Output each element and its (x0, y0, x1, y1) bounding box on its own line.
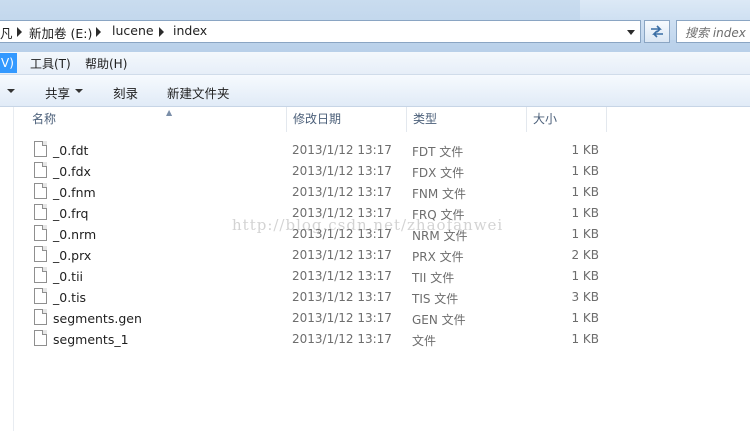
file-icon (34, 309, 47, 325)
file-size: 3 KB (571, 290, 599, 304)
file-icon (34, 162, 47, 178)
menu-help[interactable]: 帮助(H) (85, 55, 127, 72)
file-type: NRM 文件 (412, 229, 468, 243)
new-folder-button[interactable]: 新建文件夹 (167, 83, 230, 102)
column-size-label: 大小 (533, 112, 558, 126)
file-row[interactable]: _0.tii 2013/1/12 13:17 TII 文件 1 KB (14, 266, 750, 287)
file-modified: 2013/1/12 13:17 (292, 290, 392, 304)
search-placeholder: 搜索 index (685, 26, 746, 40)
breadcrumb-index[interactable]: index (173, 23, 207, 38)
file-modified: 2013/1/12 13:17 (292, 206, 392, 220)
file-name: _0.tii (53, 269, 84, 284)
file-name: _0.fnm (53, 185, 96, 200)
menu-bar: V) 工具(T) 帮助(H) (0, 52, 750, 75)
file-icon (34, 246, 47, 262)
file-name: _0.tis (53, 290, 87, 305)
file-row[interactable]: _0.tis 2013/1/12 13:17 TIS 文件 3 KB (14, 287, 750, 308)
column-header-type[interactable]: 类型 (407, 107, 527, 132)
file-modified: 2013/1/12 13:17 (292, 332, 392, 346)
file-icon (34, 330, 47, 346)
file-type: PRX 文件 (412, 250, 464, 264)
file-name: _0.frq (53, 206, 89, 221)
command-toolbar: 共享 刻录 新建文件夹 (0, 75, 750, 107)
file-type: TIS 文件 (412, 292, 459, 306)
file-icon (34, 267, 47, 283)
refresh-icon (651, 25, 663, 38)
search-input[interactable]: 搜索 index (676, 20, 750, 43)
share-dropdown-icon[interactable] (75, 89, 83, 93)
breadcrumb-separator-icon[interactable] (159, 27, 164, 37)
file-row[interactable]: segments_1 2013/1/12 13:17 文件 1 KB (14, 329, 750, 350)
file-type: GEN 文件 (412, 313, 466, 327)
file-size: 1 KB (571, 227, 599, 241)
file-size: 1 KB (571, 332, 599, 346)
menu-view[interactable]: V) (0, 53, 17, 73)
column-header-size[interactable]: 大小 (527, 107, 607, 132)
file-size: 1 KB (571, 164, 599, 178)
organize-dropdown-icon[interactable] (7, 89, 15, 93)
breadcrumb-separator-icon[interactable] (96, 27, 101, 37)
column-header-modified[interactable]: 修改日期 (287, 107, 407, 132)
refresh-button[interactable] (644, 20, 670, 43)
file-name: segments_1 (53, 332, 129, 347)
file-name: _0.fdx (53, 164, 91, 179)
menu-tools[interactable]: 工具(T) (30, 55, 71, 72)
file-name: segments.gen (53, 311, 142, 326)
column-header-name[interactable]: 名称 (26, 107, 287, 132)
file-size: 1 KB (571, 206, 599, 220)
file-row[interactable]: _0.fdt 2013/1/12 13:17 FDT 文件 1 KB (14, 140, 750, 161)
burn-button[interactable]: 刻录 (113, 83, 138, 102)
file-modified: 2013/1/12 13:17 (292, 143, 392, 157)
address-bar[interactable]: 凡 新加卷 (E:) lucene index (0, 20, 641, 43)
file-row[interactable]: _0.nrm 2013/1/12 13:17 NRM 文件 1 KB (14, 224, 750, 245)
file-type: TII 文件 (412, 271, 455, 285)
breadcrumb-lucene[interactable]: lucene (112, 23, 154, 38)
file-type: FDX 文件 (412, 166, 465, 180)
file-size: 1 KB (571, 185, 599, 199)
file-type: FDT 文件 (412, 145, 464, 159)
file-row[interactable]: _0.prx 2013/1/12 13:17 PRX 文件 2 KB (14, 245, 750, 266)
file-row[interactable]: _0.frq 2013/1/12 13:17 FRQ 文件 1 KB (14, 203, 750, 224)
file-size: 1 KB (571, 143, 599, 157)
file-icon (34, 288, 47, 304)
sort-ascending-icon: ▲ (166, 108, 173, 117)
column-type-label: 类型 (413, 112, 438, 126)
address-history-dropdown-icon[interactable] (627, 30, 635, 35)
breadcrumb-separator-icon[interactable] (17, 27, 22, 37)
breadcrumb-drive-e[interactable]: 新加卷 (E:) (29, 23, 92, 42)
file-name: _0.prx (53, 248, 92, 263)
file-row[interactable]: _0.fdx 2013/1/12 13:17 FDX 文件 1 KB (14, 161, 750, 182)
file-type: FRQ 文件 (412, 208, 465, 222)
file-modified: 2013/1/12 13:17 (292, 185, 392, 199)
file-modified: 2013/1/12 13:17 (292, 164, 392, 178)
column-modified-label: 修改日期 (293, 112, 342, 126)
column-name-label: 名称 (32, 112, 57, 126)
file-modified: 2013/1/12 13:17 (292, 269, 392, 283)
file-list: _0.fdt 2013/1/12 13:17 FDT 文件 1 KB _0.fd… (14, 140, 750, 350)
file-type: 文件 (412, 334, 437, 348)
file-size: 1 KB (571, 269, 599, 283)
file-name: _0.fdt (53, 143, 89, 158)
file-size: 1 KB (571, 311, 599, 325)
file-type: FNM 文件 (412, 187, 467, 201)
file-icon (34, 204, 47, 220)
file-icon (34, 225, 47, 241)
breadcrumb-computer[interactable]: 凡 (0, 23, 13, 42)
file-name: _0.nrm (53, 227, 97, 242)
file-modified: 2013/1/12 13:17 (292, 248, 392, 262)
file-size: 2 KB (571, 248, 599, 262)
file-row[interactable]: segments.gen 2013/1/12 13:17 GEN 文件 1 KB (14, 308, 750, 329)
file-icon (34, 141, 47, 157)
file-modified: 2013/1/12 13:17 (292, 311, 392, 325)
navigation-pane-edge (0, 107, 14, 431)
file-modified: 2013/1/12 13:17 (292, 227, 392, 241)
file-row[interactable]: _0.fnm 2013/1/12 13:17 FNM 文件 1 KB (14, 182, 750, 203)
share-button[interactable]: 共享 (45, 83, 70, 102)
file-icon (34, 183, 47, 199)
column-headers: 名称 ▲ 修改日期 类型 大小 (14, 107, 750, 132)
